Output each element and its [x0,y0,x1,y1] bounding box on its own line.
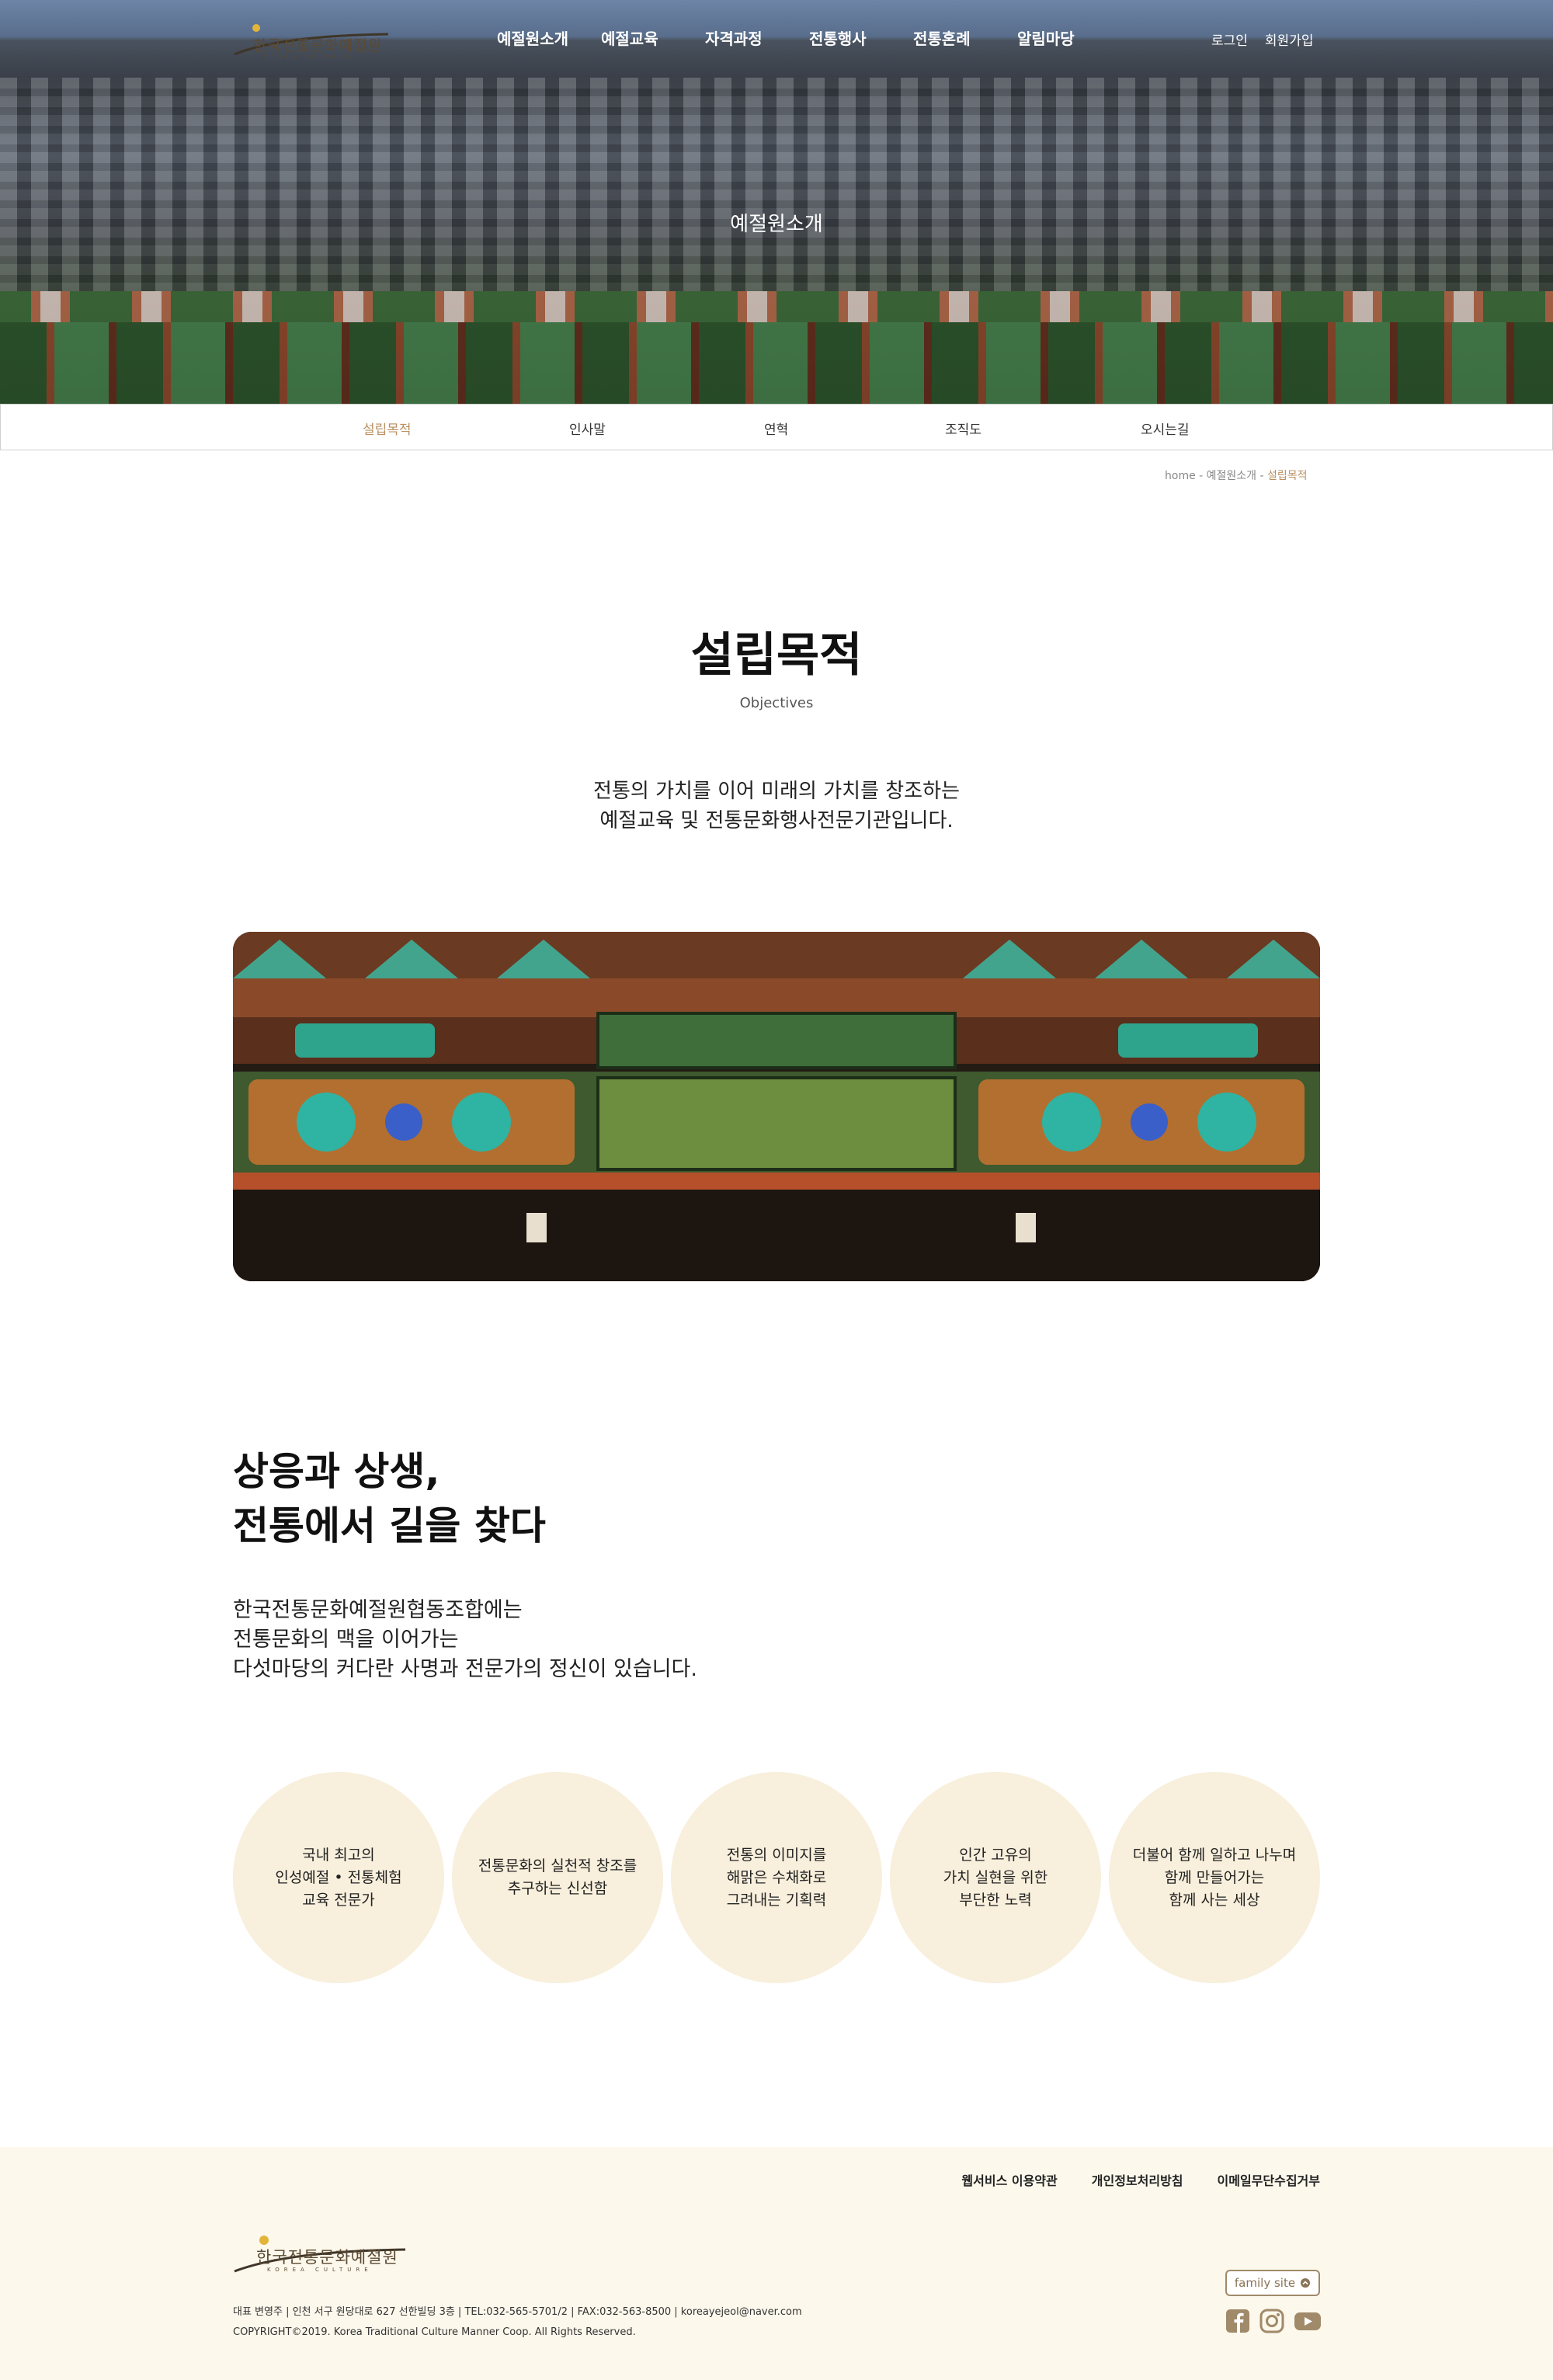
value-line: 더불어 함께 일하고 나누며 [1132,1846,1297,1864]
youtube-icon[interactable] [1294,2309,1322,2337]
value-line: 부단한 노력 [959,1891,1032,1909]
site-footer: 웹서비스 이용약관 개인정보처리방침 이메일무단수집거부 한국전통문화예절원 KOR… [0,2147,1553,2380]
company-info: 대표 변영주 | 인천 서구 원당대로 627 선한빌딩 3층 | TEL:03… [233,2302,802,2343]
paragraph-line: 전통문화의 맥을 이어가는 [233,1628,459,1652]
breadcrumb-separator: - [1195,470,1207,482]
value-line: 교육 전문가 [302,1891,375,1909]
auth-links: 로그인 회원가입 [1211,30,1330,49]
tab-objectives[interactable]: 설립목적 [363,419,412,438]
footer-logo-text: 한국전통문화예절원 [256,2248,398,2267]
top-navigation: 한국전통문화예절원 KOREA CULTURE 예절원소개 예절교육 자격과정 … [0,0,1553,79]
social-links [1225,2309,1322,2337]
value-line: 인성예절 • 전통체험 [275,1868,402,1886]
page-subtitle: Objectives [739,695,814,711]
signup-link[interactable]: 회원가입 [1265,33,1314,49]
breadcrumb-current: 설립목적 [1267,470,1308,482]
value-circle: 전통문화의 실천적 창조를 추구하는 신선함 [452,1772,663,1983]
hero-banner: 한국전통문화예절원 KOREA CULTURE 예절원소개 예절교육 자격과정 … [0,0,1553,404]
paragraph-line: 한국전통문화예절원협동조합에는 [233,1598,523,1622]
email-refusal-link[interactable]: 이메일무단수집거부 [1218,2173,1320,2188]
tab-directions[interactable]: 오시는길 [1141,419,1190,438]
value-line: 해맑은 수채화로 [726,1868,827,1886]
family-site-button[interactable]: family site [1225,2270,1320,2296]
hero-title: 예절원소개 [730,213,823,236]
value-circle: 전통의 이미지를 해맑은 수채화로 그려내는 기획력 [671,1772,882,1983]
chevron-up-circle-icon [1301,2278,1311,2288]
facebook-icon[interactable] [1225,2309,1250,2337]
menu-item-events[interactable]: 전통행사 [809,26,913,49]
paragraph-line: 다섯마당의 커다란 사명과 전문가의 정신이 있습니다. [233,1657,697,1681]
section-paragraph: 한국전통문화예절원협동조합에는 전통문화의 맥을 이어가는 다섯마당의 커다란 … [233,1596,697,1684]
login-link[interactable]: 로그인 [1211,33,1248,49]
values-list: 국내 최고의 인성예절 • 전통체험 교육 전문가 전통문화의 실천적 창조를 … [233,1772,1320,1983]
page-title: 설립목적 [690,628,863,683]
copyright: COPYRIGHT©2019. Korea Traditional Cultur… [233,2326,636,2338]
menu-item-notice[interactable]: 알림마당 [1017,26,1121,49]
family-site-label: family site [1234,2276,1296,2290]
menu-item-about[interactable]: 예절원소개 [497,26,601,49]
breadcrumb-home[interactable]: home [1165,470,1196,482]
value-line: 추구하는 신선함 [507,1880,608,1897]
sub-navigation: 설립목적 인사말 연혁 조직도 오시는길 [0,404,1553,450]
breadcrumb-section[interactable]: 예절원소개 [1207,470,1256,482]
value-circle: 국내 최고의 인성예절 • 전통체험 교육 전문가 [233,1772,444,1983]
menu-item-certification[interactable]: 자격과정 [705,26,809,49]
logo-subtext: KOREA CULTURE [264,54,353,60]
section-heading: 상응과 상생, 전통에서 길을 찾다 [233,1444,546,1553]
heading-line: 전통에서 길을 찾다 [233,1503,546,1548]
value-circle: 인간 고유의 가치 실현을 위한 부단한 노력 [890,1772,1101,1983]
instagram-icon[interactable] [1259,2309,1284,2337]
dancheong-photo [233,932,1320,1281]
breadcrumb: home - 예절원소개 - 설립목적 [1165,467,1308,483]
breadcrumb-separator: - [1256,470,1268,482]
value-line: 그려내는 기획력 [726,1891,827,1909]
terms-link[interactable]: 웹서비스 이용약관 [961,2173,1057,2188]
value-line: 가치 실현을 위한 [943,1868,1048,1886]
tab-organization[interactable]: 조직도 [945,419,981,438]
logo-text: 한국전통문화예절원 [253,37,383,54]
menu-item-education[interactable]: 예절교육 [601,26,705,49]
lead-line: 전통의 가치를 이어 미래의 가치를 창조하는 [593,780,960,803]
value-line: 국내 최고의 [302,1846,375,1864]
menu-item-wedding[interactable]: 전통혼례 [913,26,1017,49]
dancheong-illustration [233,932,1320,1281]
footer-links: 웹서비스 이용약관 개인정보처리방침 이메일무단수집거부 [927,2170,1320,2189]
privacy-link[interactable]: 개인정보처리방침 [1092,2173,1183,2188]
tab-greeting[interactable]: 인사말 [569,419,606,438]
value-line: 인간 고유의 [959,1846,1032,1864]
site-logo[interactable]: 한국전통문화예절원 KOREA CULTURE [233,20,388,64]
value-line: 함께 사는 세상 [1169,1891,1260,1909]
company-address: 대표 변영주 | 인천 서구 원당대로 627 선한빌딩 3층 | TEL:03… [233,2306,802,2318]
value-circle: 더불어 함께 일하고 나누며 함께 만들어가는 함께 사는 세상 [1109,1772,1320,1983]
value-line: 함께 만들어가는 [1164,1868,1265,1886]
tab-history[interactable]: 연혁 [764,419,788,438]
heading-line: 상응과 상생, [233,1449,440,1494]
lead-line: 예절교육 및 전통문화행사전문기관입니다. [599,809,954,832]
footer-logo-subtext: KOREA CULTURE [267,2267,373,2273]
lead-text: 전통의 가치를 이어 미래의 가치를 창조하는 예절교육 및 전통문화행사전문기… [0,777,1553,836]
value-line: 전통의 이미지를 [726,1846,827,1864]
main-menu: 예절원소개 예절교육 자격과정 전통행사 전통혼례 알림마당 [497,26,1121,49]
value-line: 전통문화의 실천적 창조를 [478,1857,638,1874]
footer-logo[interactable]: 한국전통문화예절원 KOREA CULTURE [233,2232,412,2279]
